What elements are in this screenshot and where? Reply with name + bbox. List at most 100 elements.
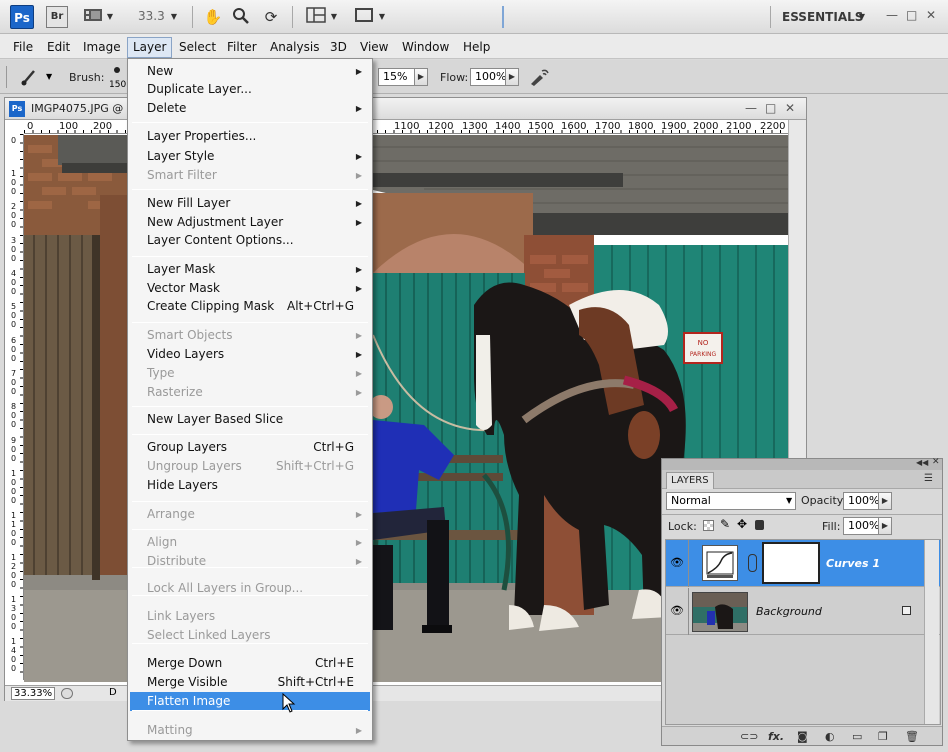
menu-file[interactable]: File (8, 38, 38, 56)
flow-field[interactable]: 100% (470, 68, 506, 86)
menu-item-label: Layer Style (147, 149, 215, 163)
menu-layer[interactable]: Layer (127, 37, 173, 58)
blend-mode-select[interactable]: Normal (666, 492, 796, 510)
layer-row-background[interactable]: 👁 Background (666, 588, 940, 635)
visibility-eye-icon[interactable]: 👁 (668, 603, 686, 619)
menu-item-new-layer-based-slice[interactable]: New Layer Based Slice (130, 410, 370, 429)
menu-item-link-layers: Link Layers (130, 607, 370, 626)
trash-icon[interactable]: 🗑 (905, 730, 919, 743)
bridge-button[interactable]: Br (46, 6, 68, 28)
menu-item-new-adjustment-layer[interactable]: New Adjustment Layer ▶ (130, 213, 370, 232)
chevron-down-icon[interactable]: ▼ (168, 7, 180, 27)
menu-window[interactable]: Window (397, 38, 454, 56)
ruler-tick: 0 (27, 121, 34, 132)
lock-transparent-icon[interactable] (703, 520, 714, 531)
visibility-eye-icon[interactable]: 👁 (668, 555, 686, 571)
screen-mode-icon[interactable] (352, 7, 376, 27)
mask-link-icon[interactable] (748, 554, 757, 572)
status-zoom-field[interactable]: 33.33% (11, 687, 55, 700)
menu-item-layer-mask[interactable]: Layer Mask ▶ (130, 260, 370, 279)
menu-3d[interactable]: 3D (325, 38, 352, 56)
menu-item-layer-properties[interactable]: Layer Properties... (130, 127, 370, 146)
menu-item-merge-down[interactable]: Merge Down Ctrl+E (130, 654, 370, 673)
menu-filter[interactable]: Filter (222, 38, 262, 56)
close-icon[interactable]: ✕ (785, 101, 795, 115)
collapse-icon[interactable]: ◀◀ (916, 458, 928, 467)
menu-item-delete[interactable]: Delete ▶ (130, 99, 370, 118)
layer-name[interactable]: Background (756, 605, 822, 618)
chevron-right-icon[interactable]: ▶ (414, 68, 428, 86)
panel-menu-icon[interactable]: ☰ (924, 473, 933, 484)
hand-icon[interactable]: ✋ (202, 7, 224, 27)
chevron-right-icon[interactable]: ▶ (878, 492, 892, 510)
ruler-vertical[interactable]: 0 1 0 0 2 0 0 3 0 0 4 0 0 5 0 0 6 0 0 7 … (5, 134, 24, 680)
chevron-down-icon[interactable]: ▼ (104, 7, 116, 27)
menu-item-create-clipping-mask[interactable]: Create Clipping Mask Alt+Ctrl+G (130, 297, 370, 316)
menu-select[interactable]: Select (174, 38, 221, 56)
menu-item-new-fill-layer[interactable]: New Fill Layer ▶ (130, 194, 370, 213)
close-icon[interactable]: ✕ (926, 8, 936, 22)
menu-help[interactable]: Help (458, 38, 495, 56)
layer-mask-thumbnail[interactable] (762, 542, 820, 584)
menu-item-duplicate-layer[interactable]: Duplicate Layer... (130, 80, 370, 99)
panel-header-strip[interactable]: ◀◀ ✕ (662, 457, 942, 470)
arrange-docs-icon[interactable] (304, 7, 328, 27)
menu-item-new[interactable]: New ▶ (130, 62, 370, 81)
menu-view[interactable]: View (355, 38, 393, 56)
document-title-bar[interactable]: Ps IMGP4075.JPG @ 3 — □ ✕ (5, 98, 806, 120)
adjustment-layer-icon[interactable]: ◐ (825, 730, 835, 743)
menu-edit[interactable]: Edit (42, 38, 75, 56)
layer-style-icon[interactable]: fx. (768, 730, 784, 743)
airbrush-icon[interactable] (528, 67, 550, 90)
zoom-level[interactable]: 33.3 (138, 9, 165, 23)
menu-item-group-layers[interactable]: Group Layers Ctrl+G (130, 438, 370, 457)
opacity-label: Opacity: (801, 494, 847, 507)
maximize-icon[interactable]: □ (906, 8, 917, 22)
brush-preview-icon[interactable] (114, 67, 120, 73)
zoom-icon[interactable] (230, 7, 252, 27)
minimize-icon[interactable]: — (745, 101, 757, 115)
menu-item-merge-visible[interactable]: Merge Visible Shift+Ctrl+E (130, 673, 370, 692)
layer-name[interactable]: Curves 1 (826, 557, 880, 570)
lock-pixels-icon[interactable]: ✎ (720, 517, 730, 531)
chevron-down-icon[interactable]: ▼ (786, 496, 792, 505)
link-layers-icon[interactable]: ⊂⊃ (740, 730, 758, 743)
brush-tool-icon[interactable] (20, 68, 42, 89)
menu-item-layer-content-options[interactable]: Layer Content Options... (130, 231, 370, 250)
menu-item-hide-layers[interactable]: Hide Layers (130, 476, 370, 495)
menu-item-shortcut: Ctrl+E (315, 656, 354, 670)
layer-fill-field[interactable]: 100% (843, 517, 879, 535)
menu-item-video-layers[interactable]: Video Layers ▶ (130, 345, 370, 364)
chevron-down-icon[interactable]: ▼ (46, 72, 52, 81)
maximize-icon[interactable]: □ (765, 101, 776, 115)
close-icon[interactable]: ✕ (932, 457, 940, 467)
film-strip-icon[interactable] (82, 7, 104, 27)
opacity-field[interactable]: 15% (378, 68, 416, 86)
rotate-view-icon[interactable]: ⟳ (260, 7, 282, 27)
chevron-right-icon[interactable]: ▶ (878, 517, 892, 535)
ruler-tick: 2200 (760, 121, 786, 132)
layer-opacity-field[interactable]: 100% (843, 492, 879, 510)
lock-all-icon[interactable] (755, 520, 764, 530)
layers-scrollbar[interactable] (924, 540, 939, 724)
menu-item-vector-mask[interactable]: Vector Mask ▶ (130, 279, 370, 298)
new-group-icon[interactable]: ▭ (852, 730, 862, 743)
chevron-down-icon[interactable]: ▼ (328, 7, 340, 27)
chevron-down-icon[interactable]: ▼ (856, 7, 868, 27)
chevron-down-icon[interactable]: ▼ (376, 7, 388, 27)
menu-item-label: Ungroup Layers (147, 459, 242, 473)
minimize-icon[interactable]: — (886, 8, 898, 22)
layer-row-curves[interactable]: 👁 Curves 1 (666, 540, 940, 587)
new-layer-icon[interactable]: ❐ (878, 730, 888, 743)
add-mask-icon[interactable]: ◙ (797, 730, 808, 743)
menu-item-layer-style[interactable]: Layer Style ▶ (130, 147, 370, 166)
workspace-switcher[interactable]: ESSENTIALS (782, 10, 863, 24)
menu-analysis[interactable]: Analysis (265, 38, 324, 56)
tab-layers[interactable]: LAYERS (666, 472, 714, 489)
chevron-right-icon[interactable]: ▶ (505, 68, 519, 86)
status-info-icon[interactable] (61, 688, 73, 699)
menu-image[interactable]: Image (78, 38, 126, 56)
lock-position-icon[interactable]: ✥ (737, 517, 747, 531)
menu-item-label: Rasterize (147, 385, 203, 399)
menu-item-flatten-image[interactable]: Flatten Image (130, 692, 370, 711)
